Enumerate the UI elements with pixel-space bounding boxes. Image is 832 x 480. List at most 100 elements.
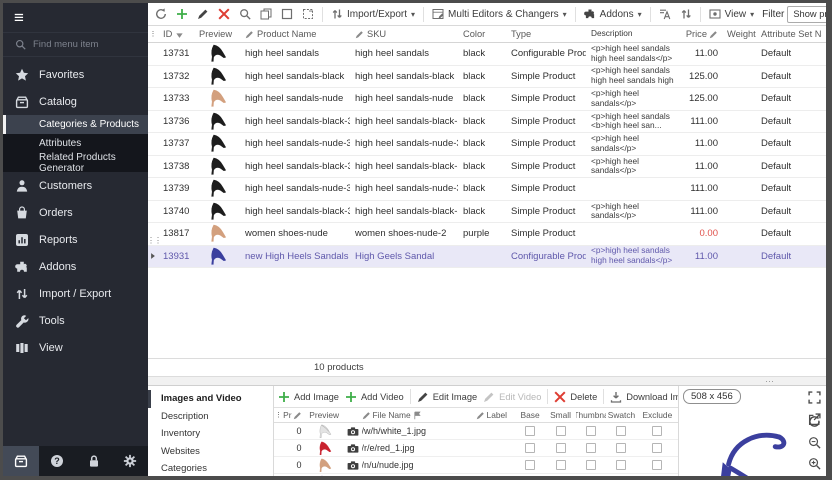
pane-splitter-grip[interactable]: ⋮⋮ [148, 239, 152, 243]
sidebar-search[interactable] [3, 32, 148, 57]
image-flag-checkbox[interactable] [545, 426, 575, 436]
svg-text:?: ? [55, 456, 61, 466]
arrows-icon [15, 287, 29, 301]
sidebar-item-reports[interactable]: Reports [3, 226, 148, 253]
image-flag-checkbox[interactable] [637, 460, 678, 470]
image-row[interactable]: 0 /l/i/lilac_1.jpg [274, 474, 678, 476]
tab-categories[interactable]: Categories [148, 460, 273, 476]
image-flag-checkbox[interactable] [515, 426, 545, 436]
edit-product-button[interactable] [194, 6, 212, 22]
product-thumbnail [194, 134, 240, 153]
add-image-button[interactable]: Add Image [276, 389, 341, 405]
rotate-icon[interactable] [808, 415, 821, 428]
product-row[interactable]: 13732 high heel sandals-black high heel … [148, 66, 826, 89]
copy-button[interactable] [257, 6, 275, 22]
delete-image-button[interactable]: Delete [552, 389, 599, 405]
edit-video-button[interactable]: Edit Video [481, 389, 543, 405]
product-row[interactable]: 13740 high heel sandals-black-38 high he… [148, 201, 826, 224]
images-grid-header[interactable]: ⋮ Pr Preview File Name Label Base Small … [274, 408, 678, 423]
toolbox-button[interactable] [3, 446, 39, 476]
image-flag-checkbox[interactable] [637, 443, 678, 453]
x-icon [218, 8, 230, 20]
zoom-in-icon[interactable] [808, 457, 821, 470]
lock-icon [87, 454, 101, 468]
product-row[interactable]: 13931 new High Heels Sandals High Geels … [148, 246, 826, 269]
tab-websites[interactable]: Websites [148, 443, 273, 461]
products-grid: 13731 high heel sandals high heel sandal… [148, 43, 826, 268]
levels-button[interactable] [677, 6, 695, 22]
image-flag-checkbox[interactable] [576, 426, 606, 436]
search-button[interactable] [236, 6, 254, 22]
image-flag-checkbox[interactable] [515, 460, 545, 470]
product-row[interactable]: 13739 high heel sandals-nude-37 high hee… [148, 178, 826, 201]
zoom-out-icon[interactable] [808, 436, 821, 449]
multi-editors-menu[interactable]: Multi Editors & Changers▾ [429, 6, 570, 22]
image-flag-checkbox[interactable] [576, 443, 606, 453]
menu-search-input[interactable] [33, 39, 133, 50]
image-flag-checkbox[interactable] [606, 426, 636, 436]
sidebar-item-attributes[interactable]: Attributes [3, 134, 148, 153]
image-flag-checkbox[interactable] [545, 460, 575, 470]
add-video-button[interactable]: Add Video [343, 389, 406, 405]
sidebar-item-view[interactable]: View [3, 334, 148, 361]
image-flag-checkbox[interactable] [515, 443, 545, 453]
fit-to-window-icon[interactable] [808, 391, 821, 404]
product-row[interactable]: 13737 high heel sandals-nude-36 high hee… [148, 133, 826, 156]
sidebar-item-customers[interactable]: Customers [3, 172, 148, 199]
add-product-button[interactable] [173, 6, 191, 22]
product-row[interactable]: 13817 women shoes-nude women shoes-nude-… [148, 223, 826, 246]
tab-inventory[interactable]: Inventory [148, 425, 273, 443]
gear-icon [123, 454, 137, 468]
delete-product-button[interactable] [215, 6, 233, 22]
wrench-icon [15, 314, 29, 328]
product-row[interactable]: 13731 high heel sandals high heel sandal… [148, 43, 826, 66]
select-button[interactable] [278, 6, 296, 22]
import-export-menu[interactable]: Import/Export▾ [328, 6, 418, 22]
products-count: 10 products [314, 362, 364, 373]
image-flag-checkbox[interactable] [576, 460, 606, 470]
sidebar-item-favorites[interactable]: Favorites [3, 61, 148, 88]
hamburger-menu-icon[interactable]: ≡ [14, 9, 24, 26]
pencil-icon [293, 411, 302, 420]
sidebar-item-import-export[interactable]: Import / Export [3, 280, 148, 307]
product-row[interactable]: 13736 high heel sandals-black-36 high he… [148, 111, 826, 134]
camera-icon [347, 444, 359, 453]
checkbox-icon [281, 8, 293, 20]
download-image-button[interactable]: Download Image [608, 389, 679, 405]
image-row[interactable]: 0 /r/e/red_1.jpg [274, 440, 678, 457]
import-export-icon [331, 8, 343, 20]
product-thumbnail [194, 157, 240, 176]
view-menu[interactable]: View▾ [706, 6, 758, 22]
filter-select[interactable]: Show products from selected categories▾ [787, 6, 826, 23]
app-window: ≡ Favorites Catalog Categories & Product… [0, 0, 832, 480]
tab-description[interactable]: Description [148, 408, 273, 426]
horizontal-splitter[interactable]: ⋯ [148, 377, 826, 385]
sidebar-item-categories-products[interactable]: Categories & Products [3, 115, 148, 134]
settings-button[interactable] [112, 446, 148, 476]
sidebar-item-related-products-generator[interactable]: Related Products Generator [3, 153, 148, 172]
image-row[interactable]: 0 /w/h/white_1.jpg [274, 423, 678, 440]
image-preview-panel: 508 x 456 [679, 386, 826, 476]
image-flag-checkbox[interactable] [545, 443, 575, 453]
product-row[interactable]: 13738 high heel sandals-black-37 high he… [148, 156, 826, 179]
sidebar-item-addons[interactable]: Addons [3, 253, 148, 280]
translate-button[interactable] [656, 6, 674, 22]
sidebar-item-catalog[interactable]: Catalog [3, 88, 148, 115]
addons-menu[interactable]: Addons▾ [581, 6, 645, 22]
lock-button[interactable] [76, 446, 112, 476]
help-button[interactable]: ? [39, 446, 75, 476]
products-grid-header[interactable]: ⋮ ID Preview Product Name SKU Color Type… [148, 26, 826, 43]
paste-button[interactable] [299, 6, 317, 22]
image-row[interactable]: 0 /n/u/nude.jpg [274, 457, 678, 474]
refresh-button[interactable] [152, 6, 170, 22]
product-row[interactable]: 13733 high heel sandals-nude high heel s… [148, 88, 826, 111]
sidebar-item-orders[interactable]: Orders [3, 199, 148, 226]
image-flag-checkbox[interactable] [637, 426, 678, 436]
image-flag-checkbox[interactable] [606, 443, 636, 453]
edit-image-button[interactable]: Edit Image [415, 389, 479, 405]
x-icon [554, 391, 566, 403]
image-flag-checkbox[interactable] [606, 460, 636, 470]
column-chooser[interactable]: ⋮ [148, 30, 158, 38]
sidebar-item-tools[interactable]: Tools [3, 307, 148, 334]
tab-images-and-video[interactable]: Images and Video [148, 390, 273, 408]
